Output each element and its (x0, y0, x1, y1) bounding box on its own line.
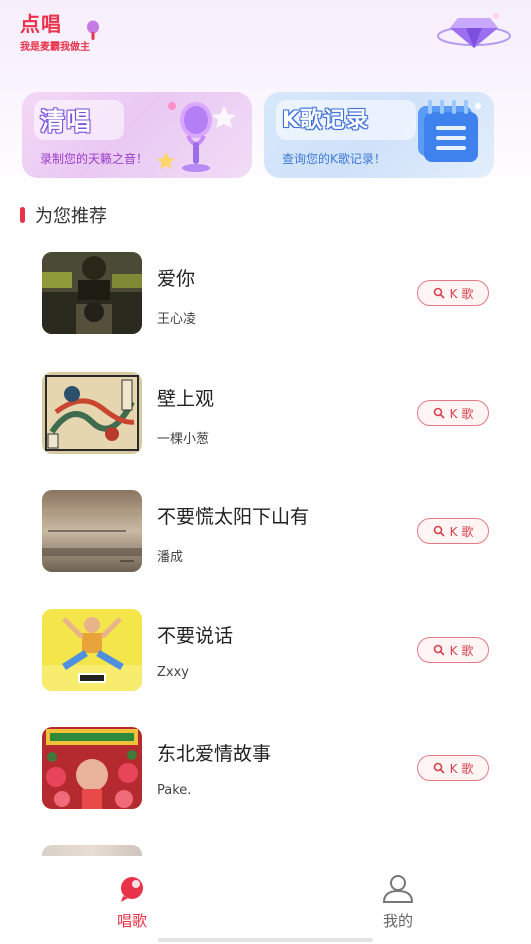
recommend-section-header: 为您推荐 (20, 204, 107, 227)
nav-label-sing: 唱歌 (116, 912, 147, 930)
microphone-icon (87, 20, 99, 40)
album-cover (42, 372, 142, 454)
section-title: 为您推荐 (35, 206, 107, 227)
home-indicator (158, 938, 373, 942)
search-icon (433, 644, 445, 656)
karaoke-records-card-subtitle: 查询您的K歌记录！ (282, 152, 386, 166)
song-artist: Zxxy (157, 665, 189, 680)
karaoke-button-label: K 歌 (449, 761, 474, 776)
song-row[interactable]: 壁上观 一棵小葱 K 歌 (0, 372, 531, 462)
album-cover (42, 727, 142, 809)
song-row[interactable]: 不要慌太阳下山有 潘成 K 歌 (0, 490, 531, 580)
search-icon (433, 762, 445, 774)
song-title: 爱你 (157, 268, 196, 290)
microphone-bubble-icon (121, 877, 143, 902)
acapella-card[interactable]: 清唱 录制您的天籁之音！ (22, 92, 252, 178)
karaoke-records-card-title: K歌记录 (282, 108, 370, 133)
song-title: 东北爱情故事 (157, 743, 272, 765)
acapella-card-subtitle: 录制您的天籁之音！ (40, 152, 149, 166)
song-title: 不要慌太阳下山有 (157, 506, 310, 528)
logo-title: 点唱 (20, 12, 62, 36)
search-icon (433, 407, 445, 419)
notebook-illustration-icon (418, 100, 481, 162)
nav-label-mine: 我的 (382, 912, 413, 930)
section-accent-bar (20, 207, 25, 223)
album-cover (42, 490, 142, 572)
microphone-illustration-icon (157, 102, 236, 172)
karaoke-button-label: K 歌 (449, 286, 474, 301)
karaoke-button[interactable]: K 歌 (417, 755, 489, 781)
song-artist: 潘成 (157, 550, 184, 565)
song-artist: 一棵小葱 (157, 432, 210, 447)
gem-icon[interactable] (436, 8, 512, 52)
karaoke-records-card[interactable]: K歌记录 查询您的K歌记录！ (264, 92, 494, 178)
karaoke-button-label: K 歌 (449, 643, 474, 658)
karaoke-button-label: K 歌 (449, 524, 474, 539)
karaoke-button[interactable]: K 歌 (417, 518, 489, 544)
karaoke-button-label: K 歌 (449, 406, 474, 421)
logo-subtitle: 我是麦霸我做主 (20, 42, 90, 53)
app-logo: 点唱 我是麦霸我做主 (20, 8, 90, 53)
acapella-card-title: 清唱 (40, 107, 93, 136)
user-icon (382, 875, 414, 903)
song-artist: Pake. (157, 783, 192, 798)
search-icon (433, 287, 445, 299)
album-cover (42, 252, 142, 334)
song-artist: 王心凌 (157, 312, 197, 327)
song-row[interactable]: 爱你 王心凌 K 歌 (0, 252, 531, 342)
header: 点唱 我是麦霸我做主 (0, 0, 531, 60)
song-title: 不要说话 (157, 625, 234, 647)
nav-item-mine[interactable]: 我的 (358, 874, 438, 931)
nav-item-sing[interactable]: 唱歌 (92, 874, 172, 931)
song-title: 壁上观 (157, 388, 215, 410)
song-row[interactable]: 东北爱情故事 Pake. K 歌 (0, 727, 531, 817)
song-row[interactable]: 不要说话 Zxxy K 歌 (0, 609, 531, 699)
album-cover (42, 609, 142, 691)
karaoke-button[interactable]: K 歌 (417, 400, 489, 426)
karaoke-button[interactable]: K 歌 (417, 280, 489, 306)
search-icon (433, 525, 445, 537)
karaoke-button[interactable]: K 歌 (417, 637, 489, 663)
bottom-nav: 唱歌 我的 (0, 856, 531, 944)
